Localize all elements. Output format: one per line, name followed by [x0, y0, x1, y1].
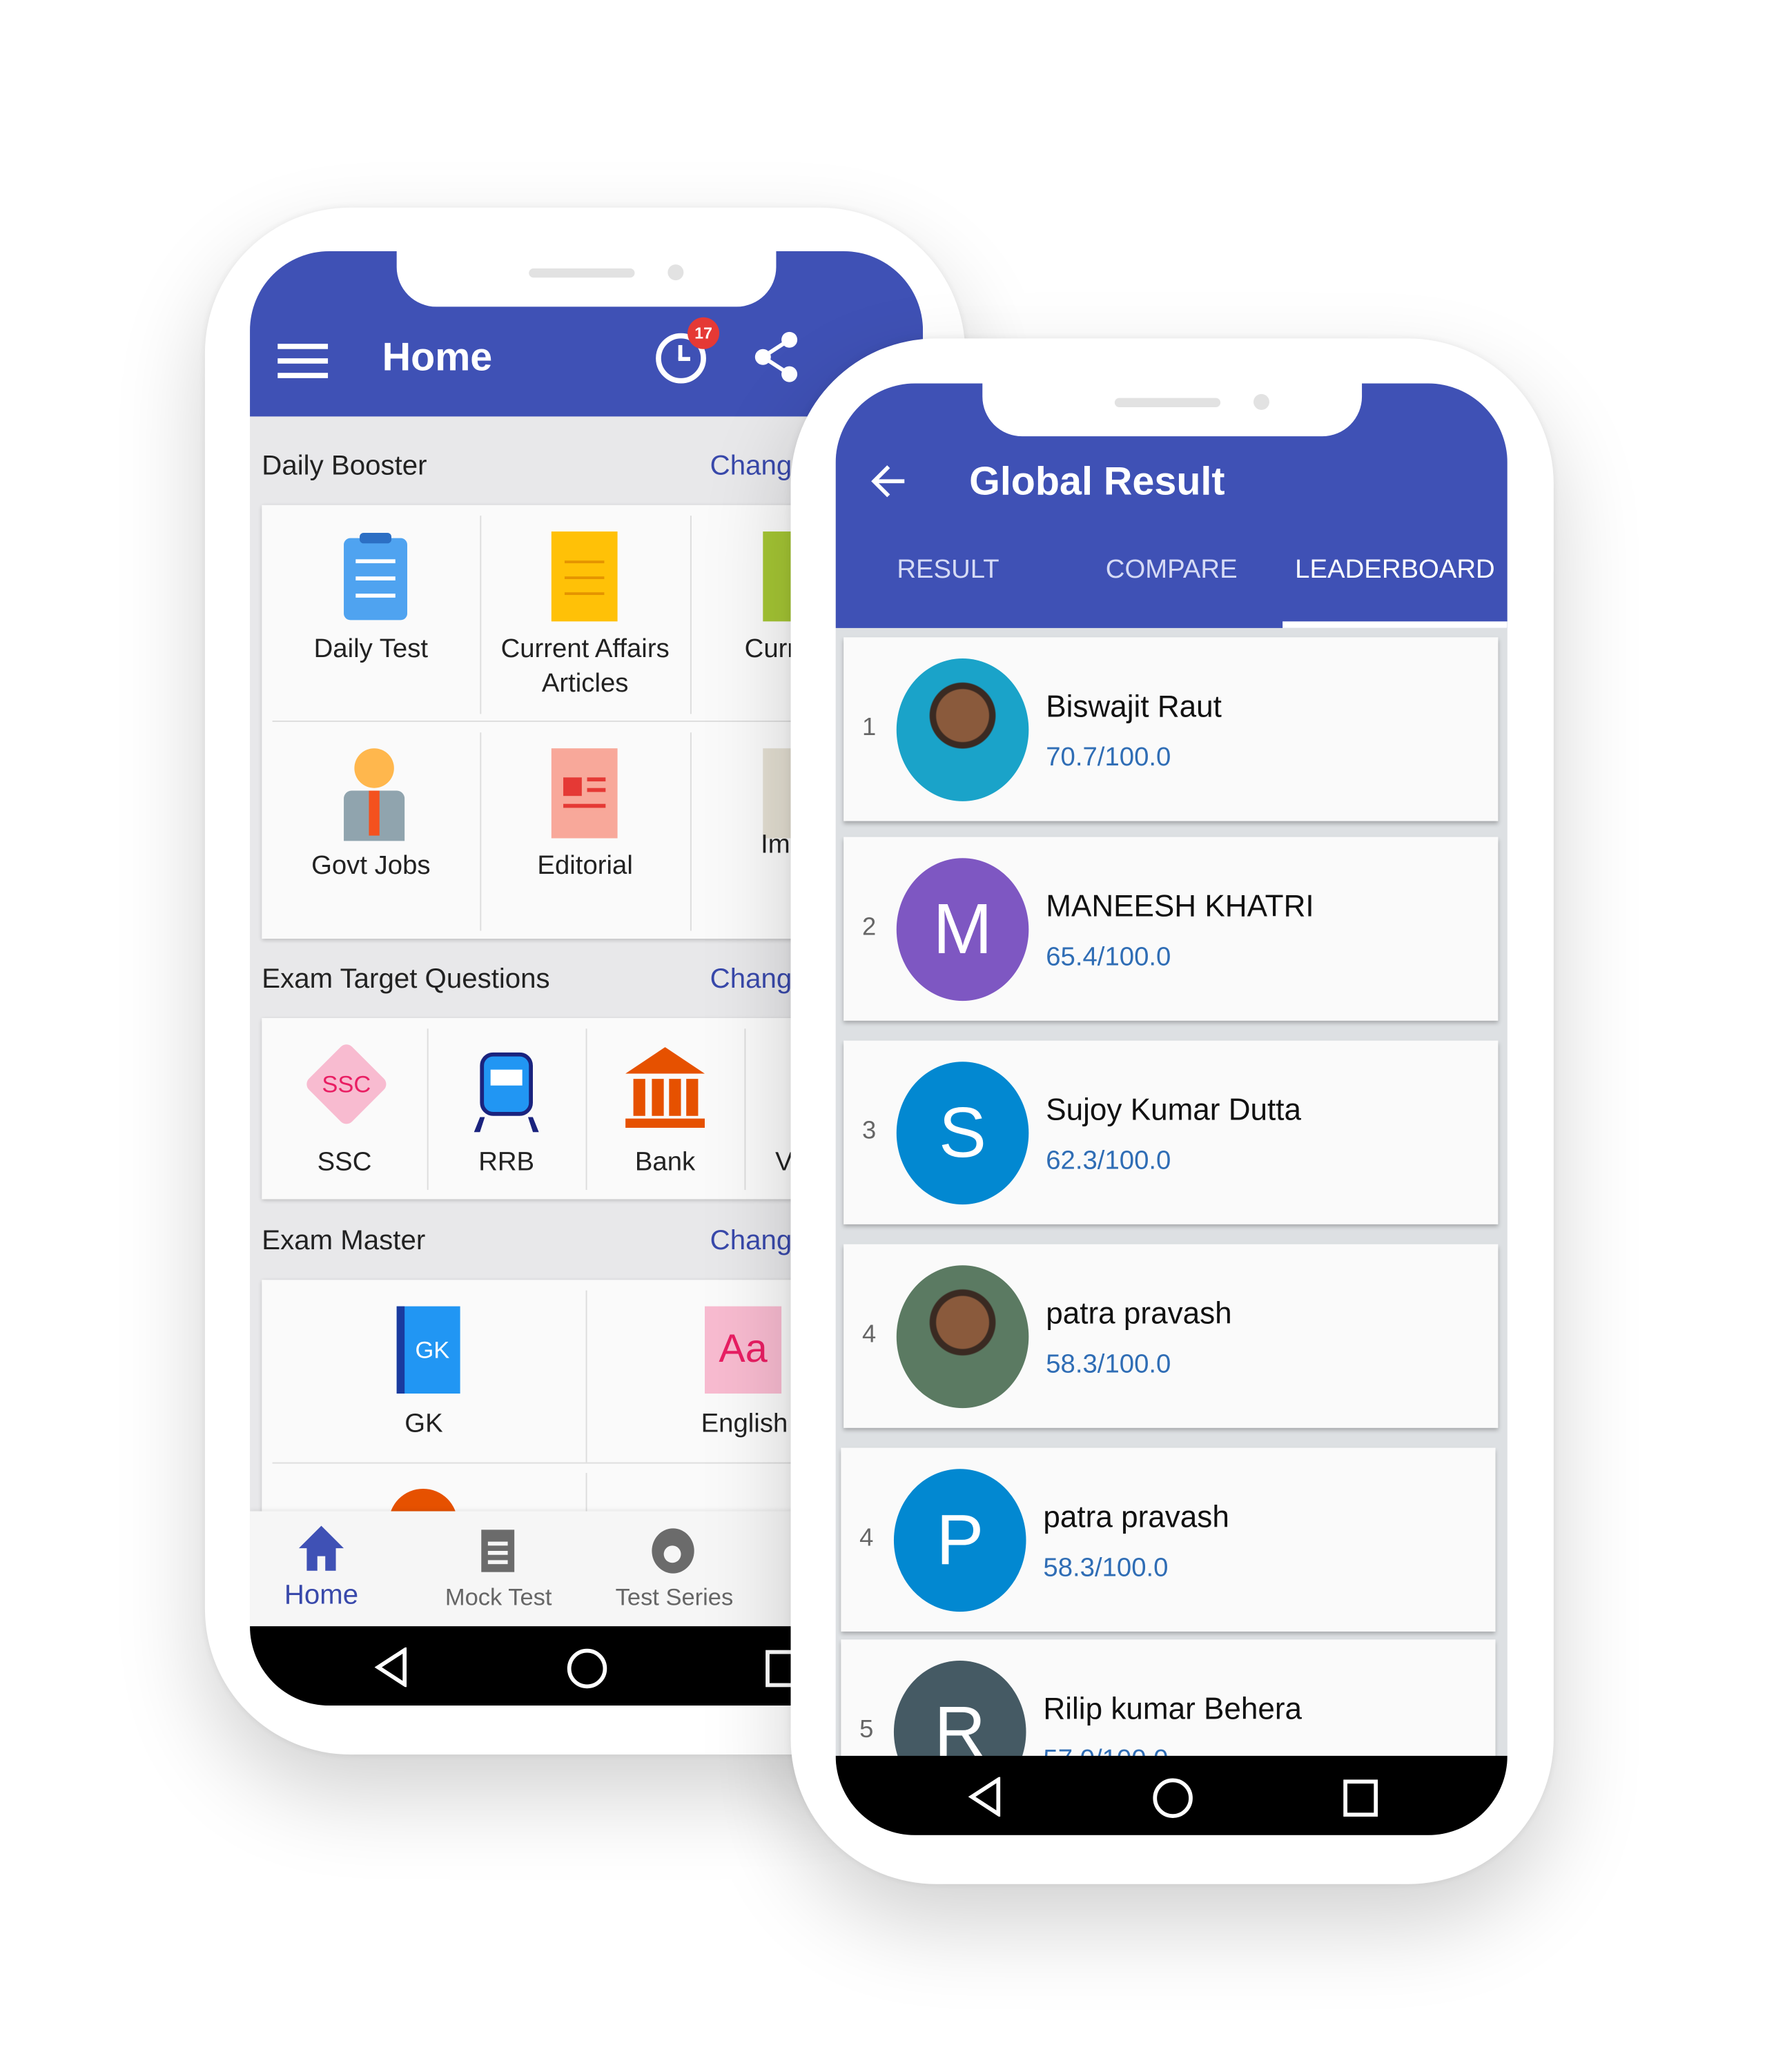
checklist-icon [344, 532, 408, 620]
tab-leaderboard[interactable]: LEADERBOARD [1282, 556, 1508, 586]
tile-label: Daily Test [313, 634, 428, 664]
back-triangle-icon[interactable] [968, 1777, 1002, 1817]
player-score: 70.7/100.0 [1046, 743, 1171, 772]
avatar: M [896, 858, 1029, 1001]
home-icon [298, 1525, 344, 1571]
rank: 4 [859, 1524, 874, 1552]
tile-label: SSC [317, 1147, 372, 1177]
hamburger-menu-icon[interactable] [277, 344, 329, 378]
test-series-icon [652, 1528, 694, 1574]
tile-label: GK [404, 1409, 443, 1439]
clipboard-icon [481, 1529, 515, 1572]
rank: 1 [861, 714, 877, 742]
avatar-initial: P [936, 1501, 984, 1581]
player-score: 62.3/100.0 [1046, 1146, 1171, 1175]
person-tie-icon [354, 748, 394, 788]
section-title-exam-target: Exam Target Questions [262, 964, 550, 995]
recents-square-icon[interactable] [1343, 1779, 1378, 1817]
player-name: Sujoy Kumar Dutta [1046, 1092, 1302, 1127]
tile-editorial[interactable]: Editorial [480, 722, 690, 937]
rank: 2 [861, 913, 877, 941]
tile-ssc[interactable]: SSC SSC [262, 1018, 427, 1199]
nav-test-series[interactable]: Test Series [602, 1512, 748, 1627]
avatar-initial: M [933, 890, 993, 970]
result-screen: Global Result RESULT COMPARE LEADERBOARD… [835, 383, 1508, 1835]
player-score: 58.3/100.0 [1046, 1349, 1171, 1379]
book-icon: GK [396, 1306, 460, 1394]
home-circle-icon[interactable] [1153, 1778, 1193, 1818]
share-icon[interactable] [752, 331, 800, 384]
leaderboard-row[interactable]: 4 P patra pravash 58.3/100.0 [841, 1447, 1496, 1632]
rank: 4 [861, 1320, 877, 1349]
tile-govt-jobs[interactable]: Govt Jobs [262, 722, 480, 937]
rank: 5 [859, 1716, 874, 1744]
system-nav-bar [835, 1755, 1508, 1835]
avatar: S [896, 1062, 1029, 1205]
nav-label: Home [284, 1580, 359, 1611]
nav-home[interactable]: Home [250, 1512, 393, 1627]
tile-label: RRB [478, 1147, 535, 1177]
section-title-daily-booster: Daily Booster [262, 451, 427, 482]
tile-gk[interactable]: GK GK [262, 1280, 585, 1462]
tile-label: Current Affairs Articles [500, 634, 670, 698]
avatar-initial: S [939, 1093, 987, 1173]
train-icon [480, 1052, 533, 1116]
player-name: patra pravash [1046, 1296, 1232, 1331]
avatar-photo [896, 658, 1029, 801]
section-title-exam-master: Exam Master [262, 1225, 426, 1256]
tile-current-affairs-articles[interactable]: Current Affairs Articles [480, 505, 690, 721]
tile-daily-test[interactable]: Daily Test [262, 505, 480, 721]
notification-badge: 17 [687, 317, 720, 349]
document-icon [551, 531, 618, 622]
active-tab-indicator [1282, 621, 1508, 628]
nav-label: Mock Test [445, 1583, 552, 1611]
notch [396, 251, 777, 307]
avatar-photo [896, 1265, 1029, 1409]
player-score: 58.3/100.0 [1043, 1553, 1169, 1583]
nav-label: Test Series [615, 1583, 734, 1611]
leaderboard-row[interactable]: 2 M MANEESH KHATRI 65.4/100.0 [843, 837, 1499, 1021]
tile-label: Govt Jobs [311, 851, 431, 881]
player-score: 65.4/100.0 [1046, 942, 1171, 972]
leaderboard-row[interactable]: 4 patra pravash 58.3/100.0 [843, 1244, 1499, 1428]
player-name: Rilip kumar Behera [1043, 1691, 1303, 1726]
player-name: Biswajit Raut [1046, 689, 1222, 723]
rank: 3 [861, 1117, 877, 1145]
tile-bank[interactable]: Bank [586, 1018, 745, 1199]
ssc-icon-text: SSC [322, 1071, 371, 1097]
tile-rrb[interactable]: RRB [427, 1018, 586, 1199]
avatar: P [893, 1469, 1026, 1612]
player-name: MANEESH KHATRI [1046, 888, 1314, 923]
leaderboard-row[interactable]: 1 Biswajit Raut 70.7/100.0 [843, 637, 1499, 821]
notch [982, 383, 1363, 437]
page-title: Home [382, 335, 493, 380]
tab-compare[interactable]: COMPARE [1059, 556, 1284, 586]
back-triangle-icon[interactable] [374, 1647, 409, 1688]
bank-icon [625, 1047, 705, 1128]
newspaper-icon [551, 748, 618, 839]
tile-label: Bank [634, 1147, 696, 1177]
stage: Home 17 Daily Booster Change Daily Test … [0, 0, 1785, 2072]
tab-result[interactable]: RESULT [836, 556, 1061, 586]
leaderboard-row[interactable]: 3 S Sujoy Kumar Dutta 62.3/100.0 [843, 1040, 1499, 1224]
home-circle-icon[interactable] [567, 1648, 607, 1689]
page-title: Global Result [969, 460, 1225, 504]
nav-mock-test[interactable]: Mock Test [426, 1512, 572, 1627]
player-name: patra pravash [1043, 1499, 1229, 1534]
back-arrow-icon[interactable] [870, 464, 907, 498]
alphabet-icon: Aa [705, 1306, 782, 1394]
tile-label: Editorial [537, 851, 633, 881]
